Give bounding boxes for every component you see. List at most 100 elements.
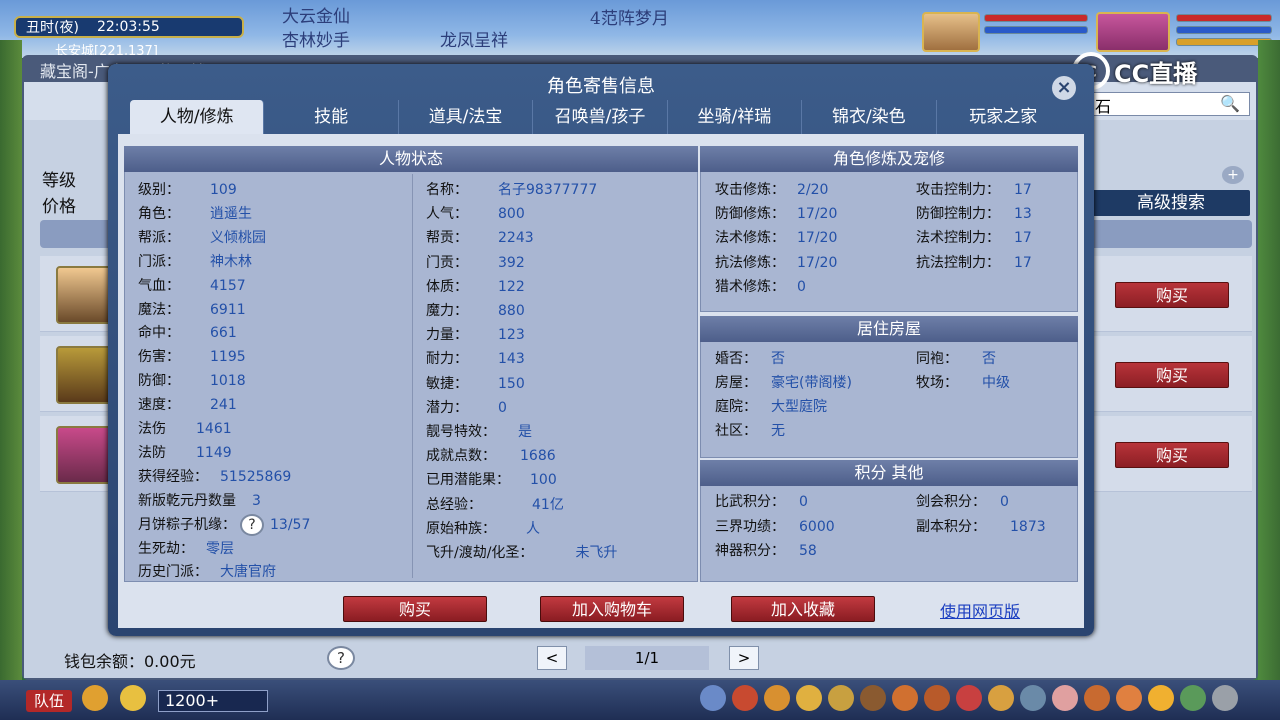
add-to-cart-button[interactable]: 加入购物车 — [540, 596, 684, 622]
home-row: 房屋： 豪宅(带阁楼) — [715, 375, 852, 391]
web-version-link[interactable]: 使用网页版 — [940, 598, 1020, 622]
left-scene-strip — [0, 40, 22, 680]
level-label: 等级 — [42, 171, 76, 191]
character-avatar[interactable] — [56, 266, 112, 324]
pvp-points-row: 比武积分： 0 — [715, 494, 808, 510]
kv-key: 新版乾元丹数量 — [138, 492, 236, 509]
buy-button[interactable]: 购买 — [1115, 282, 1229, 308]
pet-icon[interactable] — [988, 685, 1014, 711]
kv-value: 51525869 — [220, 468, 292, 485]
kv-row: 体质： 122 — [426, 276, 525, 296]
kv-value: 150 — [498, 375, 525, 392]
search-icon[interactable]: 🔍 — [1220, 94, 1242, 114]
kv-key: 潜力： — [426, 399, 468, 416]
activity-icon[interactable] — [1116, 685, 1142, 711]
kv-key: 历史门派： — [138, 564, 208, 581]
kv-row: 名称： 名子98377777 — [426, 179, 597, 199]
plus-icon[interactable]: + — [1222, 166, 1244, 184]
kv-value: 零层 — [206, 540, 234, 557]
kv-row: 法伤 1461 — [138, 418, 232, 438]
kv-key: 体质： — [426, 278, 468, 295]
bag-icon[interactable] — [764, 685, 790, 711]
kv-key: 速度： — [138, 397, 180, 414]
kv-value: 13 — [1014, 206, 1032, 223]
kv-value: 6911 — [210, 301, 246, 318]
next-page-button[interactable]: > — [729, 646, 759, 670]
kv-key: 敏捷： — [426, 375, 468, 392]
kv-row: 攻击控制力： 17 — [916, 179, 1032, 199]
advanced-search-button[interactable]: 高级搜索 — [1092, 190, 1250, 216]
friend-icon[interactable] — [860, 685, 886, 711]
kv-row: 法术控制力： 17 — [916, 227, 1032, 247]
kv-row: 原始种族： 人 — [426, 518, 540, 538]
tab-pets[interactable]: 召唤兽/孩子 — [533, 100, 668, 134]
sword-points-row: 剑会积分： 0 — [916, 494, 1009, 510]
kv-key: 防御控制力： — [916, 206, 1000, 223]
kv-value: 109 — [210, 182, 237, 198]
shop-icon[interactable] — [1084, 685, 1110, 711]
kv-key: 级别： — [138, 182, 180, 198]
prev-page-button[interactable]: < — [537, 646, 567, 670]
book-icon[interactable] — [1020, 685, 1046, 711]
kv-value: 17/20 — [797, 206, 838, 223]
chat-icon[interactable] — [82, 685, 108, 711]
kv-row: 帮派： 义倾桃园 — [138, 227, 266, 247]
kv-row: 级别： 109 — [138, 179, 237, 199]
help-icon[interactable]: ? — [240, 513, 264, 536]
kv-value: 0 — [797, 278, 806, 295]
kv-value: 逍遥生 — [210, 205, 252, 222]
team-button[interactable]: 队伍 — [26, 690, 72, 712]
pet-avatar[interactable] — [922, 12, 980, 52]
character-avatar[interactable] — [56, 426, 112, 484]
player-avatar[interactable] — [1096, 12, 1170, 52]
pet-hp-bar — [984, 14, 1088, 22]
tab-mounts[interactable]: 坐骑/祥瑞 — [668, 100, 803, 134]
tab-skills[interactable]: 技能 — [264, 100, 399, 134]
guild-icon[interactable] — [892, 685, 918, 711]
kv-value: 123 — [498, 327, 525, 344]
kv-row: 飞升/渡劫/化圣： 未飞升 — [426, 542, 617, 562]
help-icon[interactable]: ? — [327, 646, 355, 670]
mood-icon[interactable] — [1148, 685, 1174, 711]
buy-button[interactable]: 购买 — [1115, 442, 1229, 468]
kv-row: 猎术修炼： 0 — [715, 276, 806, 296]
buy-button[interactable]: 购买 — [343, 596, 487, 622]
kv-row: 法术修炼： 17/20 — [715, 227, 837, 247]
close-icon[interactable]: × — [1052, 76, 1076, 100]
coin-icon[interactable] — [796, 685, 822, 711]
team-icon[interactable] — [828, 685, 854, 711]
skill-icon[interactable] — [956, 685, 982, 711]
kv-row: 抗法控制力： 17 — [916, 252, 1032, 272]
system-icon[interactable] — [1180, 685, 1206, 711]
kv-key: 已用潜能果： — [426, 472, 510, 489]
kv-key: 帮派： — [138, 229, 180, 246]
quest-icon[interactable] — [924, 685, 950, 711]
kv-value: 1018 — [210, 373, 246, 390]
yard-row: 庭院： 大型庭院 — [715, 399, 827, 415]
dungeon-points-row: 副本积分： 1873 — [916, 519, 1046, 535]
kv-key: 法术控制力： — [916, 230, 1000, 247]
kv-key: 猎术修炼： — [715, 278, 785, 295]
gift-icon[interactable] — [1052, 685, 1078, 711]
character-avatar[interactable] — [56, 346, 112, 404]
tab-character[interactable]: 人物/修炼 — [130, 100, 265, 134]
kv-value: 661 — [210, 325, 237, 342]
game-clock-time: 22:03:55 — [96, 19, 160, 35]
tab-costumes[interactable]: 锦衣/染色 — [802, 100, 937, 134]
page-indicator: 1/1 — [585, 646, 709, 670]
kv-row: 力量： 123 — [426, 324, 525, 344]
settings-icon[interactable] — [1212, 685, 1238, 711]
kv-row: 法防 1149 — [138, 442, 232, 462]
tab-home[interactable]: 玩家之家 — [937, 100, 1070, 134]
chest-icon[interactable] — [732, 685, 758, 711]
tab-items[interactable]: 道具/法宝 — [399, 100, 534, 134]
points-panel-title: 积分 其他 — [700, 460, 1078, 486]
add-to-favorites-button[interactable]: 加入收藏 — [731, 596, 875, 622]
buy-button[interactable]: 购买 — [1115, 362, 1229, 388]
kv-key: 力量： — [426, 327, 468, 344]
kv-row: 气血： 4157 — [138, 275, 246, 295]
kv-key: 耐力： — [426, 351, 468, 368]
kv-value: 1461 — [196, 421, 232, 437]
sword-icon[interactable] — [700, 685, 726, 711]
emote-icon[interactable] — [120, 685, 146, 711]
